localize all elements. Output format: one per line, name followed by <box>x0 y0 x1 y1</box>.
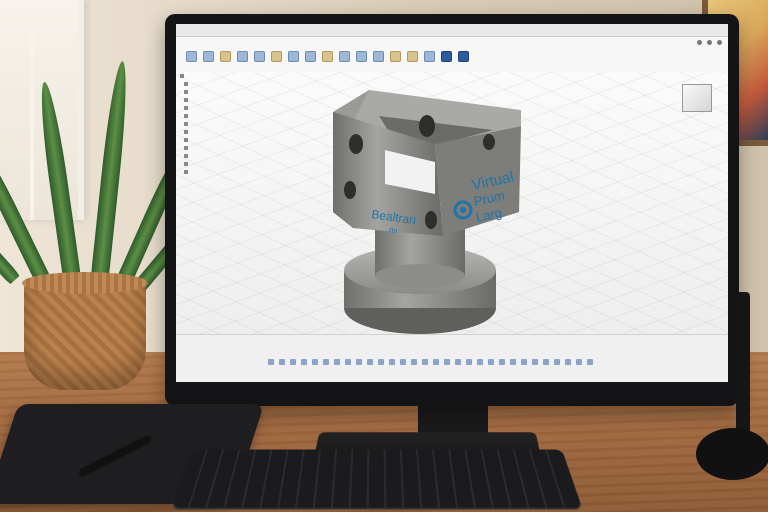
browser-item[interactable] <box>176 112 262 120</box>
browser-item[interactable] <box>176 104 262 112</box>
timeline-feature-icon[interactable] <box>521 359 527 365</box>
finish-tool-icon[interactable] <box>458 51 469 62</box>
minimize-icon[interactable] <box>697 40 702 45</box>
ribbon-tool-icons <box>186 51 469 62</box>
browser-item[interactable] <box>176 168 262 176</box>
timeline-feature-icon[interactable] <box>499 359 505 365</box>
browser-item[interactable] <box>176 160 262 168</box>
revolve-tool-icon[interactable] <box>220 51 231 62</box>
browser-title <box>176 72 262 80</box>
browser-item[interactable] <box>176 128 262 136</box>
viewcube[interactable] <box>682 84 712 112</box>
timeline-feature-icon[interactable] <box>543 359 549 365</box>
chamfer-tool-icon[interactable] <box>271 51 282 62</box>
mounting-hole <box>425 211 437 229</box>
move-tool-icon[interactable] <box>305 51 316 62</box>
extrude-tool-icon[interactable] <box>203 51 214 62</box>
fillet-tool-icon[interactable] <box>254 51 265 62</box>
timeline-feature-icon[interactable] <box>356 359 362 365</box>
timeline-feature-icon[interactable] <box>367 359 373 365</box>
plant-pot-rim <box>22 272 148 294</box>
browser-item[interactable] <box>176 136 262 144</box>
timeline-feature-icon[interactable] <box>422 359 428 365</box>
browser-item[interactable] <box>176 88 262 96</box>
plane-tool-icon[interactable] <box>339 51 350 62</box>
timeline-feature-icon[interactable] <box>455 359 461 365</box>
timeline-feature-icon[interactable] <box>290 359 296 365</box>
side-logo-subtext: rtn <box>389 227 398 235</box>
window-mullion <box>30 0 34 220</box>
logo-dot-icon <box>460 207 466 213</box>
timeline-feature-icon[interactable] <box>433 359 439 365</box>
browser-item[interactable] <box>176 144 262 152</box>
timeline-feature-icon[interactable] <box>532 359 538 365</box>
timeline-feature-icon[interactable] <box>301 359 307 365</box>
timeline-feature-icon[interactable] <box>510 359 516 365</box>
mounting-hole <box>344 181 356 199</box>
keyboard[interactable] <box>171 449 583 510</box>
inspect-tool-icon[interactable] <box>424 51 435 62</box>
timeline-feature-icon[interactable] <box>279 359 285 365</box>
timeline-feature-icon[interactable] <box>400 359 406 365</box>
timeline-feature-icon[interactable] <box>323 359 329 365</box>
align-tool-icon[interactable] <box>322 51 333 62</box>
axis-tool-icon[interactable] <box>356 51 367 62</box>
ribbon-toolbar <box>176 37 728 74</box>
maximize-icon[interactable] <box>707 40 712 45</box>
timeline-feature-icon[interactable] <box>565 359 571 365</box>
close-icon[interactable] <box>717 40 722 45</box>
hole-tool-icon[interactable] <box>237 51 248 62</box>
speaker-base <box>696 428 768 480</box>
timeline-feature-icon[interactable] <box>477 359 483 365</box>
mounting-hole <box>349 134 363 154</box>
insert-tool-icon[interactable] <box>390 51 401 62</box>
browser-item[interactable] <box>176 96 262 104</box>
select-tool-icon[interactable] <box>441 51 452 62</box>
app-title-bar <box>176 24 728 37</box>
browser-item[interactable] <box>176 80 262 88</box>
timeline-feature-icon[interactable] <box>411 359 417 365</box>
window-controls <box>697 40 722 45</box>
neck-cylinder-top <box>375 264 465 288</box>
timeline-feature-icon[interactable] <box>268 359 274 365</box>
decal-tool-icon[interactable] <box>407 51 418 62</box>
timeline-feature-icon[interactable] <box>378 359 384 365</box>
timeline-feature-icon[interactable] <box>345 359 351 365</box>
timeline-feature-icon[interactable] <box>312 359 318 365</box>
timeline-feature-icon[interactable] <box>488 359 494 365</box>
mounting-hole <box>419 115 435 137</box>
shell-tool-icon[interactable] <box>288 51 299 62</box>
timeline-features <box>268 359 593 365</box>
browser-item[interactable] <box>176 152 262 160</box>
model-browser <box>176 72 262 232</box>
timeline-feature-icon[interactable] <box>466 359 472 365</box>
speaker-stem <box>736 292 750 442</box>
browser-item[interactable] <box>176 120 262 128</box>
timeline-feature-icon[interactable] <box>576 359 582 365</box>
timeline-feature-icon[interactable] <box>334 359 340 365</box>
timeline-feature-icon[interactable] <box>444 359 450 365</box>
sketch-tool-icon[interactable] <box>186 51 197 62</box>
measure-tool-icon[interactable] <box>373 51 384 62</box>
timeline-feature-icon[interactable] <box>389 359 395 365</box>
plant-pot <box>24 278 146 390</box>
timeline-feature-icon[interactable] <box>554 359 560 365</box>
cad-part-model[interactable]: Virtual Prum Larg Bealtrari rtn <box>323 86 533 342</box>
mounting-hole <box>483 134 495 150</box>
timeline-feature-icon[interactable] <box>587 359 593 365</box>
